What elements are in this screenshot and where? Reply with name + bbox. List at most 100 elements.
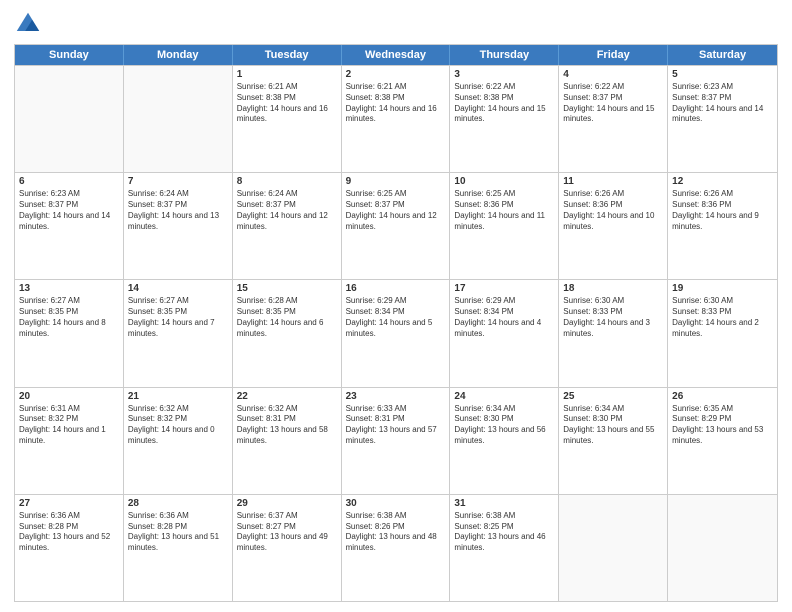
logo-icon <box>14 10 42 38</box>
day-number: 4 <box>563 69 663 80</box>
day-number: 7 <box>128 176 228 187</box>
cell-info: Sunrise: 6:29 AM Sunset: 8:34 PM Dayligh… <box>346 296 446 339</box>
cell-info: Sunrise: 6:31 AM Sunset: 8:32 PM Dayligh… <box>19 404 119 447</box>
day-number: 10 <box>454 176 554 187</box>
cell-info: Sunrise: 6:27 AM Sunset: 8:35 PM Dayligh… <box>128 296 228 339</box>
header-day-friday: Friday <box>559 45 668 65</box>
day-number: 20 <box>19 391 119 402</box>
cell-info: Sunrise: 6:38 AM Sunset: 8:25 PM Dayligh… <box>454 511 554 554</box>
calendar-cell: 1Sunrise: 6:21 AM Sunset: 8:38 PM Daylig… <box>233 66 342 172</box>
calendar-cell: 31 Sunrise: 6:38 AM Sunset: 8:25 PM Dayli… <box>450 495 559 601</box>
calendar-cell: 24 Sunrise: 6:34 AM Sunset: 8:30 PM Dayli… <box>450 388 559 494</box>
cell-info: Sunrise: 6:36 AM Sunset: 8:28 PM Dayligh… <box>19 511 119 554</box>
cell-info: Sunrise: 6:25 AM Sunset: 8:37 PM Dayligh… <box>346 189 446 232</box>
calendar-cell: 12 Sunrise: 6:26 AM Sunset: 8:36 PM Dayli… <box>668 173 777 279</box>
calendar-cell: 8Sunrise: 6:24 AM Sunset: 8:37 PM Daylig… <box>233 173 342 279</box>
calendar-cell: 2Sunrise: 6:21 AM Sunset: 8:38 PM Daylig… <box>342 66 451 172</box>
day-number: 17 <box>454 283 554 294</box>
header-day-sunday: Sunday <box>15 45 124 65</box>
day-number: 21 <box>128 391 228 402</box>
day-number: 12 <box>672 176 773 187</box>
day-number: 27 <box>19 498 119 509</box>
calendar-cell: 28 Sunrise: 6:36 AM Sunset: 8:28 PM Dayli… <box>124 495 233 601</box>
cell-info: Sunrise: 6:26 AM Sunset: 8:36 PM Dayligh… <box>672 189 773 232</box>
day-number: 5 <box>672 69 773 80</box>
calendar-cell: 20 Sunrise: 6:31 AM Sunset: 8:32 PM Dayli… <box>15 388 124 494</box>
calendar-cell: 25Sunrise: 6:34 AM Sunset: 8:30 PM Dayli… <box>559 388 668 494</box>
day-number: 19 <box>672 283 773 294</box>
calendar-row-1: 6 Sunrise: 6:23 AM Sunset: 8:37 PM Daylig… <box>15 172 777 279</box>
cell-info: Sunrise: 6:26 AM Sunset: 8:36 PM Dayligh… <box>563 189 663 232</box>
cell-info: Sunrise: 6:22 AM Sunset: 8:38 PM Dayligh… <box>454 82 554 125</box>
calendar-cell: 18 Sunrise: 6:30 AM Sunset: 8:33 PM Dayli… <box>559 280 668 386</box>
day-number: 9 <box>346 176 446 187</box>
calendar-row-0: 1Sunrise: 6:21 AM Sunset: 8:38 PM Daylig… <box>15 65 777 172</box>
calendar-cell: 11 Sunrise: 6:26 AM Sunset: 8:36 PM Dayli… <box>559 173 668 279</box>
cell-info: Sunrise: 6:35 AM Sunset: 8:29 PM Dayligh… <box>672 404 773 447</box>
day-number: 14 <box>128 283 228 294</box>
day-number: 23 <box>346 391 446 402</box>
day-number: 26 <box>672 391 773 402</box>
header <box>14 10 778 38</box>
calendar-cell: 5 Sunrise: 6:23 AM Sunset: 8:37 PM Daylig… <box>668 66 777 172</box>
calendar-cell <box>15 66 124 172</box>
cell-info: Sunrise: 6:29 AM Sunset: 8:34 PM Dayligh… <box>454 296 554 339</box>
header-day-monday: Monday <box>124 45 233 65</box>
calendar-cell <box>668 495 777 601</box>
logo <box>14 10 46 38</box>
calendar-cell: 26 Sunrise: 6:35 AM Sunset: 8:29 PM Dayli… <box>668 388 777 494</box>
day-number: 3 <box>454 69 554 80</box>
calendar-cell: 15Sunrise: 6:28 AM Sunset: 8:35 PM Dayli… <box>233 280 342 386</box>
day-number: 11 <box>563 176 663 187</box>
day-number: 1 <box>237 69 337 80</box>
cell-info: Sunrise: 6:38 AM Sunset: 8:26 PM Dayligh… <box>346 511 446 554</box>
header-day-saturday: Saturday <box>668 45 777 65</box>
header-day-tuesday: Tuesday <box>233 45 342 65</box>
calendar-header: SundayMondayTuesdayWednesdayThursdayFrid… <box>15 45 777 65</box>
calendar-cell: 22Sunrise: 6:32 AM Sunset: 8:31 PM Dayli… <box>233 388 342 494</box>
calendar-cell <box>559 495 668 601</box>
day-number: 25 <box>563 391 663 402</box>
calendar-row-3: 20 Sunrise: 6:31 AM Sunset: 8:32 PM Dayli… <box>15 387 777 494</box>
calendar: SundayMondayTuesdayWednesdayThursdayFrid… <box>14 44 778 602</box>
calendar-cell: 27 Sunrise: 6:36 AM Sunset: 8:28 PM Dayli… <box>15 495 124 601</box>
calendar-cell: 30 Sunrise: 6:38 AM Sunset: 8:26 PM Dayli… <box>342 495 451 601</box>
calendar-cell: 9 Sunrise: 6:25 AM Sunset: 8:37 PM Daylig… <box>342 173 451 279</box>
calendar-cell: 10 Sunrise: 6:25 AM Sunset: 8:36 PM Dayli… <box>450 173 559 279</box>
cell-info: Sunrise: 6:34 AM Sunset: 8:30 PM Dayligh… <box>454 404 554 447</box>
cell-info: Sunrise: 6:25 AM Sunset: 8:36 PM Dayligh… <box>454 189 554 232</box>
cell-info: Sunrise: 6:23 AM Sunset: 8:37 PM Dayligh… <box>672 82 773 125</box>
day-number: 28 <box>128 498 228 509</box>
day-number: 13 <box>19 283 119 294</box>
calendar-cell: 6 Sunrise: 6:23 AM Sunset: 8:37 PM Daylig… <box>15 173 124 279</box>
cell-info: Sunrise: 6:32 AM Sunset: 8:32 PM Dayligh… <box>128 404 228 447</box>
day-number: 6 <box>19 176 119 187</box>
cell-info: Sunrise: 6:30 AM Sunset: 8:33 PM Dayligh… <box>563 296 663 339</box>
calendar-cell: 4Sunrise: 6:22 AM Sunset: 8:37 PM Daylig… <box>559 66 668 172</box>
calendar-cell: 7Sunrise: 6:24 AM Sunset: 8:37 PM Daylig… <box>124 173 233 279</box>
cell-info: Sunrise: 6:37 AM Sunset: 8:27 PM Dayligh… <box>237 511 337 554</box>
calendar-cell: 19 Sunrise: 6:30 AM Sunset: 8:33 PM Dayli… <box>668 280 777 386</box>
day-number: 24 <box>454 391 554 402</box>
cell-info: Sunrise: 6:32 AM Sunset: 8:31 PM Dayligh… <box>237 404 337 447</box>
calendar-row-2: 13 Sunrise: 6:27 AM Sunset: 8:35 PM Dayli… <box>15 279 777 386</box>
day-number: 18 <box>563 283 663 294</box>
calendar-row-4: 27 Sunrise: 6:36 AM Sunset: 8:28 PM Dayli… <box>15 494 777 601</box>
header-day-wednesday: Wednesday <box>342 45 451 65</box>
calendar-cell: 29 Sunrise: 6:37 AM Sunset: 8:27 PM Dayli… <box>233 495 342 601</box>
day-number: 30 <box>346 498 446 509</box>
calendar-cell: 3 Sunrise: 6:22 AM Sunset: 8:38 PM Daylig… <box>450 66 559 172</box>
calendar-cell: 14 Sunrise: 6:27 AM Sunset: 8:35 PM Dayli… <box>124 280 233 386</box>
calendar-cell: 13Sunrise: 6:27 AM Sunset: 8:35 PM Dayli… <box>15 280 124 386</box>
cell-info: Sunrise: 6:24 AM Sunset: 8:37 PM Dayligh… <box>237 189 337 232</box>
cell-info: Sunrise: 6:36 AM Sunset: 8:28 PM Dayligh… <box>128 511 228 554</box>
cell-info: Sunrise: 6:23 AM Sunset: 8:37 PM Dayligh… <box>19 189 119 232</box>
day-number: 16 <box>346 283 446 294</box>
calendar-cell: 17 Sunrise: 6:29 AM Sunset: 8:34 PM Dayli… <box>450 280 559 386</box>
day-number: 29 <box>237 498 337 509</box>
cell-info: Sunrise: 6:30 AM Sunset: 8:33 PM Dayligh… <box>672 296 773 339</box>
day-number: 31 <box>454 498 554 509</box>
calendar-cell <box>124 66 233 172</box>
cell-info: Sunrise: 6:28 AM Sunset: 8:35 PM Dayligh… <box>237 296 337 339</box>
page: SundayMondayTuesdayWednesdayThursdayFrid… <box>0 0 792 612</box>
